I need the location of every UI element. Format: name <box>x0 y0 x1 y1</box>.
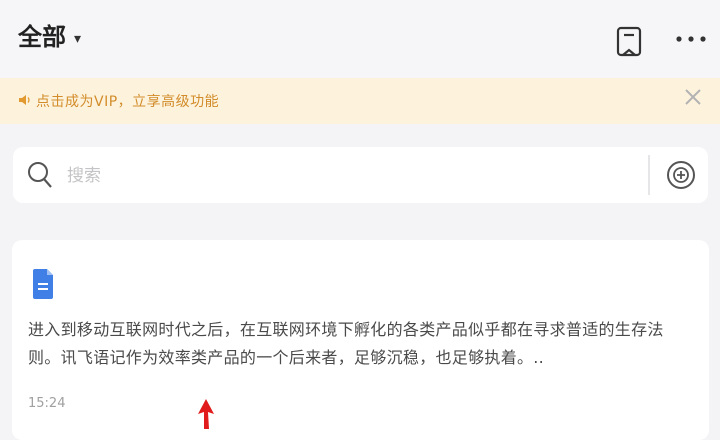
vip-banner-text[interactable]: 点击成为VIP，立享高级功能 <box>36 91 219 111</box>
add-note-icon[interactable] <box>665 159 697 191</box>
search-input[interactable] <box>65 157 649 195</box>
top-bar: 全部 ▾ <box>0 0 720 78</box>
folder-selector[interactable]: 全部 ▾ <box>18 25 81 49</box>
note-timestamp: 15:24 <box>28 396 66 411</box>
folder-title: 全部 <box>18 23 66 51</box>
search-divider <box>648 155 650 195</box>
search-icon <box>28 162 52 188</box>
more-icon[interactable] <box>673 25 709 53</box>
caret-down-icon: ▾ <box>74 30 82 47</box>
close-icon[interactable] <box>684 88 702 106</box>
mouse-pointer-icon <box>198 399 214 429</box>
speaker-icon <box>19 95 30 105</box>
document-icon <box>33 269 53 299</box>
note-preview: 进入到移动互联网时代之后，在互联网环境下孵化的各类产品似乎都在寻求普适的生存法则… <box>28 320 664 367</box>
note-card[interactable]: 进入到移动互联网时代之后，在互联网环境下孵化的各类产品似乎都在寻求普适的生存法则… <box>12 240 709 440</box>
bookmark-icon[interactable] <box>616 26 642 60</box>
search-bar <box>13 147 708 203</box>
vip-banner[interactable]: 点击成为VIP，立享高级功能 <box>0 78 720 124</box>
